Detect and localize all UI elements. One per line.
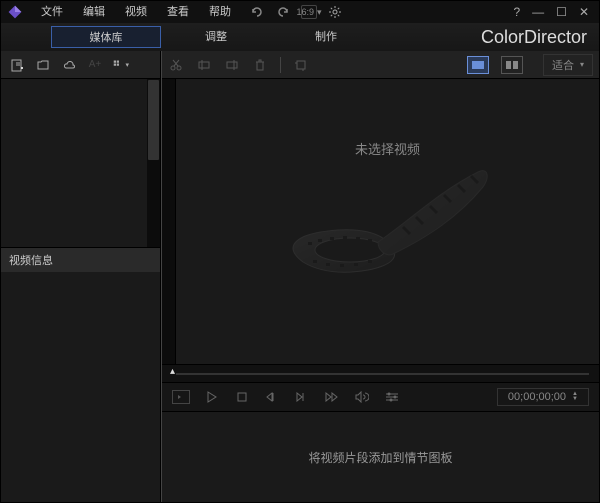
center-panel: 适合 ▾ 未选择视频 (161, 51, 599, 502)
chevron-down-icon: ▾ (317, 7, 322, 18)
tab-produce[interactable]: 制作 (271, 26, 381, 48)
tab-media[interactable]: 媒体库 (51, 26, 161, 48)
playhead-icon[interactable]: ▴ (170, 366, 175, 377)
preview-gutter (162, 79, 176, 364)
split-right-icon (224, 57, 240, 73)
single-view-button[interactable] (467, 56, 489, 74)
volume-icon[interactable] (354, 389, 370, 405)
stop-button[interactable] (234, 389, 250, 405)
film-reel-icon (278, 142, 498, 302)
chevron-down-icon: ▾ (125, 61, 129, 69)
import-icon[interactable] (35, 57, 51, 73)
zoom-label: 适合 (552, 57, 574, 73)
media-library-content[interactable] (1, 79, 147, 247)
minimize-icon[interactable]: — (532, 5, 544, 19)
cloud-icon[interactable] (61, 57, 77, 73)
menubar: 文件 编辑 视频 查看 帮助 16:9▾ ? — ☐ ✕ (1, 1, 599, 23)
settings-toggle-icon[interactable] (384, 389, 400, 405)
view-mode-icon[interactable]: ▾ (113, 57, 129, 73)
timecode-stepper[interactable]: ▲▼ (572, 392, 578, 402)
trash-icon (252, 57, 268, 73)
crop-icon (293, 57, 309, 73)
app-logo (5, 2, 25, 22)
split-left-icon (196, 57, 212, 73)
tabbar: 媒体库 调整 制作 ColorDirector (1, 23, 599, 51)
timeline-track (176, 373, 589, 375)
sidebar: A+ ▾ 视频信息 (1, 51, 161, 502)
compare-view-button[interactable] (501, 56, 523, 74)
undo-icon[interactable] (249, 4, 265, 20)
menu-help[interactable]: 帮助 (199, 1, 241, 23)
redo-icon[interactable] (275, 4, 291, 20)
storyboard-hint: 将视频片段添加到情节图板 (308, 449, 452, 466)
new-folder-icon[interactable] (9, 57, 25, 73)
menu-file[interactable]: 文件 (31, 1, 73, 23)
play-button[interactable] (204, 389, 220, 405)
preview-canvas[interactable]: 未选择视频 (176, 79, 599, 364)
tab-adjust[interactable]: 调整 (161, 26, 271, 48)
menu-video[interactable]: 视频 (115, 1, 157, 23)
fast-forward-button[interactable] (324, 389, 340, 405)
media-library (1, 79, 160, 248)
loop-button[interactable] (172, 390, 190, 404)
next-frame-button[interactable] (294, 389, 310, 405)
maximize-icon[interactable]: ☐ (556, 5, 567, 19)
video-info-panel (1, 272, 160, 502)
preview-toolbar: 适合 ▾ (162, 51, 599, 79)
prev-frame-button[interactable] (264, 389, 280, 405)
timecode-value: 00;00;00;00 (508, 391, 566, 403)
aspect-ratio-dropdown[interactable]: 16:9▾ (301, 5, 317, 19)
app-title: ColorDirector (481, 27, 587, 48)
timecode-display[interactable]: 00;00;00;00 ▲▼ (497, 388, 589, 406)
media-scrollbar[interactable] (147, 79, 160, 247)
menu-view[interactable]: 查看 (157, 1, 199, 23)
video-info-header: 视频信息 (1, 248, 160, 272)
timeline-scrubber[interactable]: ▴ (162, 364, 599, 382)
media-toolbar: A+ ▾ (1, 51, 160, 79)
storyboard-panel[interactable]: 将视频片段添加到情节图板 (162, 412, 599, 502)
menu-edit[interactable]: 编辑 (73, 1, 115, 23)
help-icon[interactable]: ? (513, 5, 520, 19)
close-icon[interactable]: ✕ (579, 5, 589, 19)
chevron-down-icon: ▾ (580, 60, 584, 69)
settings-icon[interactable] (327, 4, 343, 20)
scrollbar-thumb[interactable] (148, 80, 159, 160)
aspect-ratio-value: 16:9 (296, 7, 314, 17)
font-size-icon: A+ (87, 57, 103, 73)
zoom-fit-dropdown[interactable]: 适合 ▾ (543, 54, 593, 76)
cut-icon (168, 57, 184, 73)
playback-controls: 00;00;00;00 ▲▼ (162, 382, 599, 412)
step-down-icon[interactable]: ▼ (572, 397, 578, 402)
